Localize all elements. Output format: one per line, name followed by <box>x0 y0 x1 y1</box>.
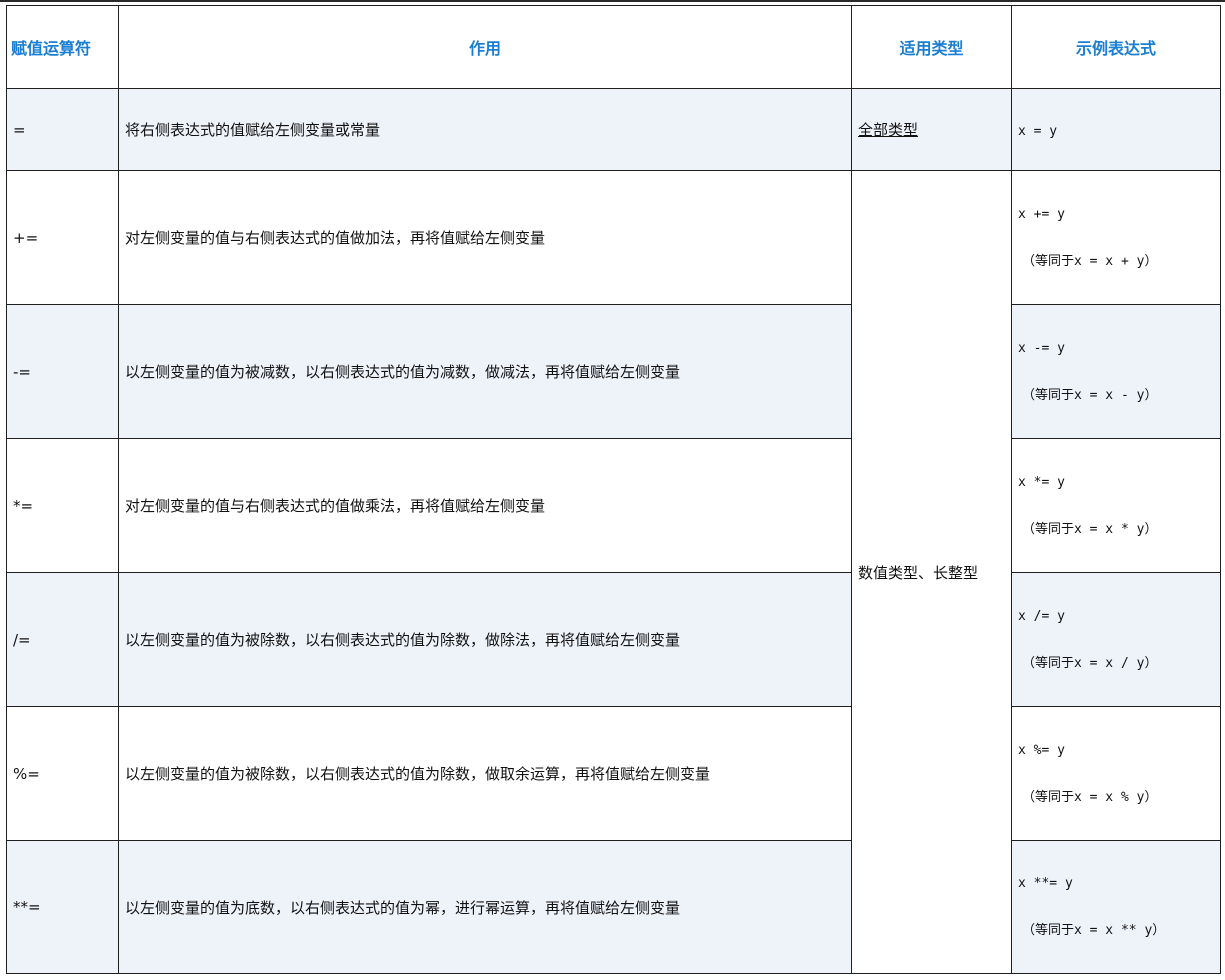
example-cell: x = y <box>1011 88 1221 171</box>
example-line-1: x **= y <box>1018 876 1073 891</box>
example-line-1: x += y <box>1018 206 1065 222</box>
example-line-1: x /= y <box>1018 608 1065 624</box>
operator-cell: /= <box>6 572 119 707</box>
operator-cell: %= <box>6 706 119 841</box>
header-purpose: 作用 <box>118 5 852 89</box>
example-line-2: （等同于x = x ** y） <box>1022 923 1166 938</box>
table-row: %= 以左侧变量的值为被除数，以右侧表达式的值为除数，做取余运算，再将值赋给左侧… <box>6 706 1221 841</box>
operator-cell: += <box>6 170 119 305</box>
example-line-1: x %= y <box>1018 742 1065 758</box>
example-cell: x %= y （等同于x = x % y） <box>1011 706 1221 841</box>
example-cell: x **= y （等同于x = x ** y） <box>1011 840 1221 974</box>
purpose-cell: 以左侧变量的值为底数，以右侧表达式的值为幂，进行幂运算，再将值赋给左侧变量 <box>118 840 852 974</box>
example-line-2: （等同于x = x / y） <box>1022 655 1158 671</box>
example-line-2: （等同于x = x + y） <box>1022 253 1158 269</box>
operator-cell: -= <box>6 304 119 439</box>
operator-cell: *= <box>6 438 119 573</box>
shared-type-cell: 数值类型、长整型 <box>851 170 1012 974</box>
purpose-cell: 以左侧变量的值为被除数，以右侧表达式的值为除数，做取余运算，再将值赋给左侧变量 <box>118 706 852 841</box>
purpose-cell: 以左侧变量的值为被减数，以右侧表达式的值为减数，做减法，再将值赋给左侧变量 <box>118 304 852 439</box>
operator-cell: = <box>6 88 119 171</box>
example-line-2: （等同于x = x * y） <box>1022 521 1158 537</box>
purpose-cell: 对左侧变量的值与右侧表达式的值做加法，再将值赋给左侧变量 <box>118 170 852 305</box>
purpose-cell: 将右侧表达式的值赋给左侧变量或常量 <box>118 88 852 171</box>
operator-cell: **= <box>6 840 119 974</box>
table-row: -= 以左侧变量的值为被减数，以右侧表达式的值为减数，做减法，再将值赋给左侧变量… <box>6 304 1221 439</box>
type-text: 全部类型 <box>858 121 919 139</box>
header-type: 适用类型 <box>851 5 1012 89</box>
table-row: **= 以左侧变量的值为底数，以右侧表达式的值为幂，进行幂运算，再将值赋给左侧变… <box>6 840 1221 974</box>
table-row: = 将右侧表达式的值赋给左侧变量或常量 全部类型 x = y <box>6 88 1221 171</box>
header-operator: 赋值运算符 <box>6 5 119 89</box>
example-line-2: （等同于x = x - y） <box>1022 387 1158 403</box>
example-cell: x -= y （等同于x = x - y） <box>1011 304 1221 439</box>
header-row: 赋值运算符 作用 适用类型 示例表达式 <box>6 5 1221 89</box>
purpose-cell: 以左侧变量的值为被除数，以右侧表达式的值为除数，做除法，再将值赋给左侧变量 <box>118 572 852 707</box>
table-row: /= 以左侧变量的值为被除数，以右侧表达式的值为除数，做除法，再将值赋给左侧变量… <box>6 572 1221 707</box>
assignment-operators-table: 赋值运算符 作用 适用类型 示例表达式 = 将右侧表达式的值赋给左侧变量或常量 … <box>6 5 1221 974</box>
example-cell: x *= y （等同于x = x * y） <box>1011 438 1221 573</box>
header-example: 示例表达式 <box>1011 5 1221 89</box>
table-row: *= 对左侧变量的值与右侧表达式的值做乘法，再将值赋给左侧变量 x *= y （等… <box>6 438 1221 573</box>
example-line-1: x = y <box>1018 123 1058 139</box>
example-line-1: x *= y <box>1018 474 1065 490</box>
example-cell: x /= y （等同于x = x / y） <box>1011 572 1221 707</box>
example-line-2: （等同于x = x % y） <box>1022 789 1158 805</box>
purpose-cell: 对左侧变量的值与右侧表达式的值做乘法，再将值赋给左侧变量 <box>118 438 852 573</box>
type-cell: 全部类型 <box>851 88 1012 171</box>
example-line-1: x -= y <box>1018 340 1065 356</box>
example-cell: x += y （等同于x = x + y） <box>1011 170 1221 305</box>
table-row: += 对左侧变量的值与右侧表达式的值做加法，再将值赋给左侧变量 数值类型、长整型… <box>6 170 1221 974</box>
